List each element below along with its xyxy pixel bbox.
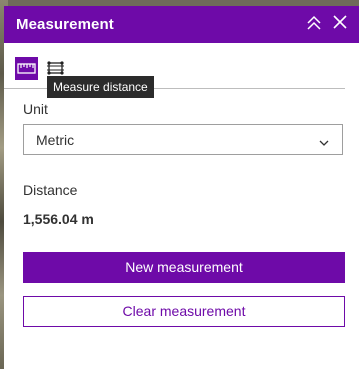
distance-value: 1,556.04 m <box>23 211 94 227</box>
measurement-panel: Measurement Unit Metric Distance 1,556.0… <box>4 6 359 369</box>
new-measurement-button[interactable]: New measurement <box>23 252 345 283</box>
distance-label: Distance <box>23 182 78 198</box>
unit-select[interactable]: Metric <box>23 124 343 155</box>
measure-distance-button[interactable] <box>15 57 38 80</box>
close-button[interactable] <box>332 14 352 34</box>
measure-distance-icon <box>17 63 36 74</box>
collapse-button[interactable] <box>305 14 325 34</box>
tooltip: Measure distance <box>47 76 154 98</box>
clear-measurement-button[interactable]: Clear measurement <box>23 296 345 327</box>
chevron-down-icon <box>318 135 330 153</box>
panel-title: Measurement <box>16 16 114 33</box>
panel-header: Measurement <box>4 6 359 43</box>
close-icon <box>333 15 347 29</box>
unit-select-value: Metric <box>36 132 75 148</box>
chevrons-up-icon <box>307 15 321 30</box>
unit-label: Unit <box>23 101 48 117</box>
